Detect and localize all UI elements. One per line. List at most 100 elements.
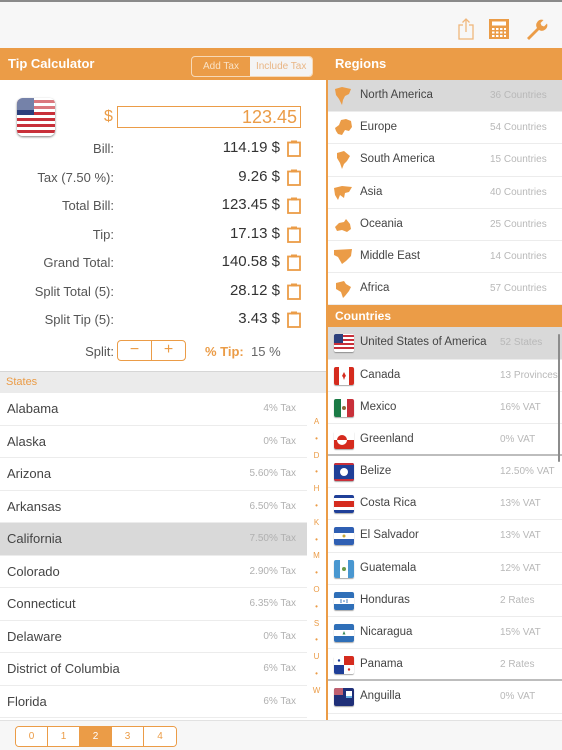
state-tax: 6% Tax bbox=[263, 695, 296, 707]
grand-total-label: Grand Total: bbox=[43, 255, 114, 270]
split-decrement-button[interactable]: − bbox=[118, 341, 152, 360]
state-name: District of Columbia bbox=[7, 661, 120, 676]
country-tax: 16% VAT bbox=[500, 401, 541, 413]
region-name: Europe bbox=[360, 121, 398, 134]
region-row[interactable]: Oceania 25 Countries bbox=[328, 208, 562, 241]
state-row[interactable]: Arizona 5.60% Tax bbox=[0, 458, 307, 491]
region-row-selected[interactable]: North America 36 Countries bbox=[328, 80, 562, 113]
tip-preset-2[interactable]: 2 bbox=[80, 727, 112, 746]
state-row[interactable]: Delaware 0% Tax bbox=[0, 620, 307, 653]
split-row: Split: − + % Tip: 15 % bbox=[0, 340, 326, 364]
index-dot[interactable]: • bbox=[307, 632, 326, 649]
state-row-selected[interactable]: California 7.50% Tax bbox=[0, 523, 307, 556]
index-letter[interactable]: H bbox=[307, 481, 326, 498]
index-letter[interactable]: O bbox=[307, 582, 326, 599]
region-row[interactable]: Africa 57 Countries bbox=[328, 273, 562, 306]
tip-preset-3[interactable]: 3 bbox=[112, 727, 144, 746]
add-tax-option[interactable]: Add Tax bbox=[192, 57, 250, 76]
region-row[interactable]: Asia 40 Countries bbox=[328, 176, 562, 209]
index-letter[interactable]: M bbox=[307, 548, 326, 565]
amount-input[interactable] bbox=[117, 106, 301, 128]
index-letter[interactable]: K bbox=[307, 515, 326, 532]
index-dot[interactable]: • bbox=[307, 464, 326, 481]
include-tax-option[interactable]: Include Tax bbox=[249, 57, 313, 76]
tip-preset-segmented-control: 0 1 2 3 4 bbox=[15, 726, 177, 747]
region-count: 25 Countries bbox=[490, 218, 547, 230]
state-row[interactable]: District of Columbia 6% Tax bbox=[0, 653, 307, 686]
region-name: Oceania bbox=[360, 217, 403, 230]
index-letter[interactable]: D bbox=[307, 448, 326, 465]
calculator-icon[interactable] bbox=[488, 18, 510, 40]
split-total-label: Split Total (5): bbox=[34, 284, 114, 299]
state-tax: 0% Tax bbox=[263, 435, 296, 447]
country-row[interactable]: Greenland 0% VAT bbox=[328, 423, 562, 457]
north-america-icon bbox=[335, 87, 351, 105]
country-row[interactable]: Costa Rica 13% VAT bbox=[328, 488, 562, 521]
country-row[interactable]: Nicaragua 15% VAT bbox=[328, 617, 562, 650]
clipboard-icon[interactable] bbox=[287, 311, 301, 328]
split-increment-button[interactable]: + bbox=[152, 341, 185, 360]
clipboard-icon[interactable] bbox=[287, 254, 301, 271]
grand-total-row: Grand Total: 140.58 $ bbox=[0, 251, 326, 275]
wrench-icon[interactable] bbox=[524, 17, 548, 41]
country-name: Costa Rica bbox=[360, 497, 417, 510]
split-stepper: − + bbox=[117, 340, 186, 361]
honduras-flag-icon bbox=[334, 591, 354, 610]
mexico-flag-icon bbox=[334, 398, 354, 417]
clipboard-icon[interactable] bbox=[287, 283, 301, 300]
region-row[interactable]: South America 15 Countries bbox=[328, 144, 562, 177]
country-row[interactable]: Honduras 2 Rates bbox=[328, 584, 562, 617]
country-row[interactable]: Anguilla 0% VAT bbox=[328, 681, 562, 714]
state-row[interactable]: Connecticut 6.35% Tax bbox=[0, 588, 307, 621]
tip-preset-1[interactable]: 1 bbox=[48, 727, 80, 746]
clipboard-icon[interactable] bbox=[287, 197, 301, 214]
countries-scrollbar[interactable] bbox=[558, 334, 560, 462]
state-row[interactable]: Colorado 2.90% Tax bbox=[0, 555, 307, 588]
calculator-body: $ Bill: 114.19 $ Tax (7.50 %): 9.26 $ To… bbox=[0, 80, 326, 370]
tip-preset-0[interactable]: 0 bbox=[16, 727, 48, 746]
state-row[interactable]: Florida 6% Tax bbox=[0, 685, 307, 718]
clipboard-icon[interactable] bbox=[287, 169, 301, 186]
index-letter[interactable]: A bbox=[307, 414, 326, 431]
regions-list: North America 36 Countries Europe 54 Cou… bbox=[328, 80, 562, 306]
bill-label: Bill: bbox=[93, 141, 114, 156]
state-name: Arkansas bbox=[7, 498, 62, 514]
country-row-selected[interactable]: United States of America 52 States bbox=[328, 327, 562, 360]
country-row[interactable]: Canada 13 Provinces bbox=[328, 359, 562, 392]
index-dot[interactable]: • bbox=[307, 431, 326, 448]
country-row[interactable]: Guatemala 12% VAT bbox=[328, 552, 562, 585]
index-dot[interactable]: • bbox=[307, 599, 326, 616]
country-row[interactable]: Belize 12.50% VAT bbox=[328, 456, 562, 489]
clipboard-icon[interactable] bbox=[287, 226, 301, 243]
tip-preset-4[interactable]: 4 bbox=[144, 727, 176, 746]
state-row[interactable]: Arkansas 6.50% Tax bbox=[0, 490, 307, 523]
regions-panel: Regions North America 36 Countries Europ… bbox=[326, 48, 562, 720]
clipboard-icon[interactable] bbox=[287, 140, 301, 157]
index-letter[interactable]: U bbox=[307, 649, 326, 666]
index-dot[interactable]: • bbox=[307, 666, 326, 683]
state-tax: 6.35% Tax bbox=[249, 598, 296, 609]
country-tax: 12% VAT bbox=[500, 562, 541, 574]
index-dot[interactable]: • bbox=[307, 498, 326, 515]
country-row[interactable]: El Salvador 13% VAT bbox=[328, 520, 562, 553]
state-row[interactable]: Alabama 4% Tax bbox=[0, 393, 307, 426]
tax-row: Tax (7.50 %): 9.26 $ bbox=[0, 166, 326, 190]
panama-flag-icon bbox=[334, 656, 354, 675]
country-row[interactable]: Mexico 16% VAT bbox=[328, 391, 562, 424]
share-icon[interactable] bbox=[458, 18, 474, 40]
country-row[interactable]: Panama 2 Rates bbox=[328, 649, 562, 682]
states-section-index[interactable]: A • D • H • K • M • O • S • U • W bbox=[307, 414, 326, 700]
countries-header: Countries bbox=[328, 305, 562, 328]
state-tax: 7.50% Tax bbox=[249, 533, 296, 544]
tip-calculator-panel: Tip Calculator Add Tax Include Tax $ 123… bbox=[0, 48, 326, 720]
region-row[interactable]: Middle East 14 Countries bbox=[328, 240, 562, 274]
index-dot[interactable]: • bbox=[307, 565, 326, 582]
tip-value: 17.13 $ bbox=[229, 225, 280, 242]
split-total-row: Split Total (5): 28.12 $ bbox=[0, 280, 326, 304]
region-row[interactable]: Europe 54 Countries bbox=[328, 112, 562, 145]
index-dot[interactable]: • bbox=[307, 532, 326, 549]
index-letter[interactable]: W bbox=[307, 683, 326, 700]
index-letter[interactable]: S bbox=[307, 616, 326, 633]
state-row[interactable]: Alaska 0% Tax bbox=[0, 425, 307, 458]
us-flag-icon[interactable] bbox=[17, 98, 55, 136]
